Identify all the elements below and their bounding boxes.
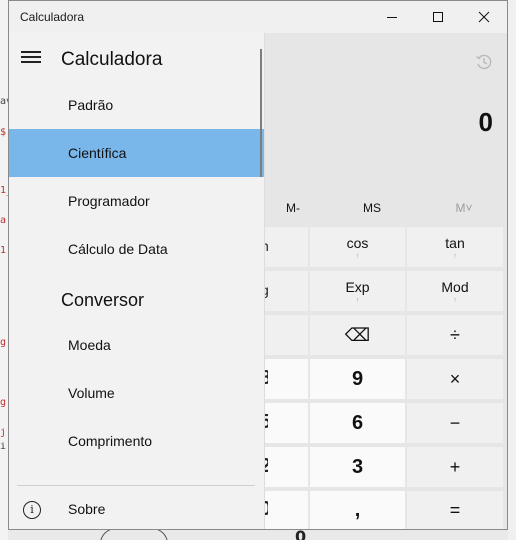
background-text: g	[0, 338, 7, 348]
nav-item-currency[interactable]: Moeda	[9, 321, 264, 369]
background-text: j	[0, 428, 7, 438]
divide-icon: ÷	[450, 324, 460, 345]
exp-key[interactable]: Exp ↑	[310, 271, 405, 311]
about-label: Sobre	[68, 501, 106, 517]
minimize-button[interactable]	[369, 1, 415, 33]
close-icon	[478, 11, 490, 23]
hamburger-icon	[21, 61, 41, 63]
info-icon: i	[23, 501, 41, 519]
minus-icon: −	[449, 412, 461, 433]
tan-label: tan	[445, 234, 465, 251]
hamburger-menu-button[interactable]	[21, 47, 43, 67]
shift-indicator: ↑	[453, 252, 457, 260]
minimize-icon	[387, 17, 397, 18]
background-text: $	[0, 128, 7, 138]
equals-key[interactable]: =	[407, 491, 503, 529]
memory-store-button[interactable]: MS	[347, 195, 397, 221]
nav-item-scientific[interactable]: Científica	[9, 129, 264, 177]
nav-item-programmer[interactable]: Programador	[9, 177, 264, 225]
nav-scrollbar[interactable]	[260, 49, 262, 177]
hamburger-icon	[21, 51, 41, 53]
three-key[interactable]: 3	[310, 447, 405, 487]
hamburger-icon	[21, 56, 41, 58]
multiply-key[interactable]: ×	[407, 359, 503, 399]
background-text: g	[0, 398, 7, 408]
equals-icon: =	[449, 499, 461, 520]
backspace-key[interactable]: ⌫	[310, 315, 405, 355]
maximize-icon	[433, 12, 443, 22]
nav-item-about[interactable]: i Sobre	[9, 495, 264, 527]
six-key[interactable]: 6	[310, 403, 405, 443]
minus-key[interactable]: −	[407, 403, 503, 443]
calculator-window: Calculadora 0 M- MS M˅ cos ↑ tan ↑ Exp ↑…	[8, 0, 508, 530]
shift-indicator: ↑	[355, 296, 360, 304]
nine-key[interactable]: 9	[310, 359, 405, 399]
decimal-key[interactable]: ,	[310, 491, 405, 529]
memory-view-button[interactable]: M˅	[439, 195, 489, 221]
nav-title: Calculadora	[61, 49, 163, 70]
mod-key[interactable]: Mod ↑	[407, 271, 503, 311]
background-text: av	[0, 97, 8, 107]
plus-key[interactable]: +	[407, 447, 503, 487]
nav-item-standard[interactable]: Padrão	[9, 81, 264, 129]
title-bar[interactable]: Calculadora	[9, 1, 507, 33]
close-button[interactable]	[461, 1, 507, 33]
background-text: a	[0, 216, 7, 226]
background-app-right-edge	[508, 0, 516, 540]
divide-key[interactable]: ÷	[407, 315, 503, 355]
shift-indicator: ↑	[355, 252, 360, 260]
background-text: 1	[0, 246, 7, 256]
nav-divider	[17, 485, 255, 486]
nav-header: Calculadora	[9, 33, 265, 81]
result-display: 0	[478, 107, 493, 137]
nav-section-converter: Conversor	[61, 290, 145, 310]
tan-key[interactable]: tan ↑	[407, 227, 503, 267]
plus-icon: +	[449, 456, 461, 477]
mod-label: Mod	[441, 278, 469, 295]
window-title: Calculadora	[20, 10, 85, 24]
backspace-icon: ⌫	[344, 324, 371, 345]
memory-subtract-button[interactable]: M-	[268, 195, 318, 221]
background-text: i	[0, 442, 7, 452]
background-text: 1_	[0, 186, 8, 196]
nav-item-volume[interactable]: Volume	[9, 369, 264, 417]
background-app-strip: av $ 1_ a 1 g g j i	[0, 0, 8, 540]
three-label: 3	[351, 455, 364, 478]
history-icon	[476, 54, 492, 70]
maximize-button[interactable]	[415, 1, 461, 33]
nine-label: 9	[351, 367, 364, 390]
multiply-icon: ×	[449, 368, 461, 389]
nav-item-date-calculation[interactable]: Cálculo de Data	[9, 225, 264, 273]
six-label: 6	[351, 411, 364, 434]
exp-label: Exp	[345, 278, 370, 295]
decimal-label: ,	[354, 498, 361, 521]
nav-item-length[interactable]: Comprimento	[9, 417, 264, 465]
cos-key[interactable]: cos ↑	[310, 227, 405, 267]
cos-label: cos	[346, 234, 369, 251]
navigation-pane: Calculadora Padrão Científica Programado…	[9, 33, 265, 529]
history-button[interactable]	[475, 53, 493, 71]
shift-indicator: ↑	[453, 296, 457, 304]
